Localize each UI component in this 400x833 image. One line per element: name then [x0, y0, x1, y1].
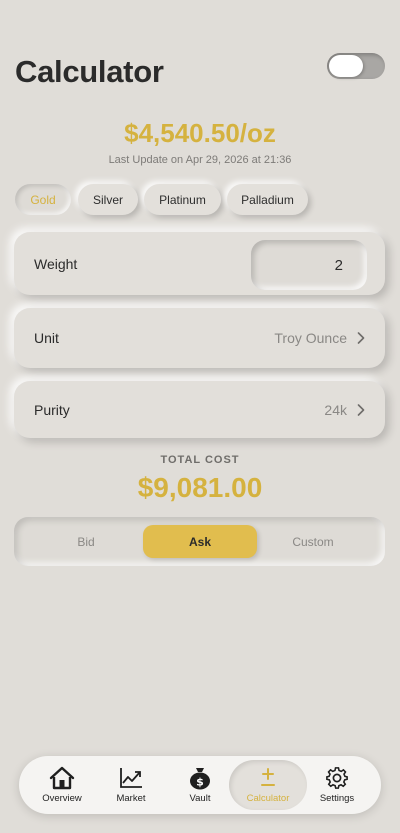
tab-label: Vault — [189, 793, 211, 804]
spot-price: $4,540.50/oz — [124, 118, 276, 148]
metal-tab-palladium[interactable]: Palladium — [227, 184, 308, 215]
home-icon — [49, 766, 75, 790]
money-bag-icon: $ — [190, 768, 210, 790]
chart-icon — [120, 768, 142, 788]
svg-text:$: $ — [196, 776, 204, 789]
weight-input[interactable]: 2 — [251, 240, 367, 290]
tab-label: Market — [116, 793, 146, 804]
chevron-right-icon — [357, 403, 365, 416]
page-title: Calculator — [15, 54, 164, 89]
unit-value: Troy Ounce — [274, 330, 347, 346]
tab-calculator[interactable]: Calculator — [229, 760, 307, 810]
price-mode-selector: Bid Ask Custom — [14, 517, 385, 566]
segment-bid[interactable]: Bid — [26, 525, 146, 558]
unit-label: Unit — [34, 330, 59, 346]
metal-tab-platinum[interactable]: Platinum — [144, 184, 221, 215]
last-update-text: Last Update on Apr 29, 2026 at 21:36 — [108, 154, 292, 166]
tab-market[interactable]: Market — [98, 760, 164, 810]
gear-icon — [326, 767, 348, 789]
metal-tab-gold[interactable]: Gold — [15, 184, 71, 215]
purity-label: Purity — [34, 401, 70, 418]
tab-label: Settings — [319, 793, 355, 804]
segment-ask[interactable]: Ask — [143, 525, 257, 558]
purity-row[interactable]: Purity 24k — [14, 381, 385, 438]
purity-value: 24k — [324, 401, 347, 418]
metal-tab-silver[interactable]: Silver — [78, 184, 138, 215]
unit-value-group: Troy Ounce — [274, 330, 365, 346]
segment-custom[interactable]: Custom — [254, 525, 372, 558]
tab-label: Calculator — [246, 793, 290, 804]
total-cost-label: TOTAL COST — [160, 454, 240, 466]
tab-vault[interactable]: $ Vault — [167, 760, 233, 810]
tab-label: Overview — [42, 793, 82, 804]
purity-value-group: 24k — [324, 402, 365, 418]
total-cost-value: $9,081.00 — [137, 472, 263, 503]
toggle-knob — [329, 55, 363, 77]
plus-minus-icon — [261, 768, 275, 786]
unit-row[interactable]: Unit Troy Ounce — [14, 308, 385, 368]
tab-overview[interactable]: Overview — [29, 760, 95, 810]
bottom-tab-bar: Overview Market $ Vault Calculator Setti… — [19, 756, 381, 814]
dark-mode-toggle[interactable] — [327, 53, 385, 79]
weight-row: Weight 2 — [14, 232, 385, 295]
tab-settings[interactable]: Settings — [304, 760, 370, 810]
chevron-right-icon — [357, 332, 365, 344]
weight-label: Weight — [34, 255, 78, 272]
